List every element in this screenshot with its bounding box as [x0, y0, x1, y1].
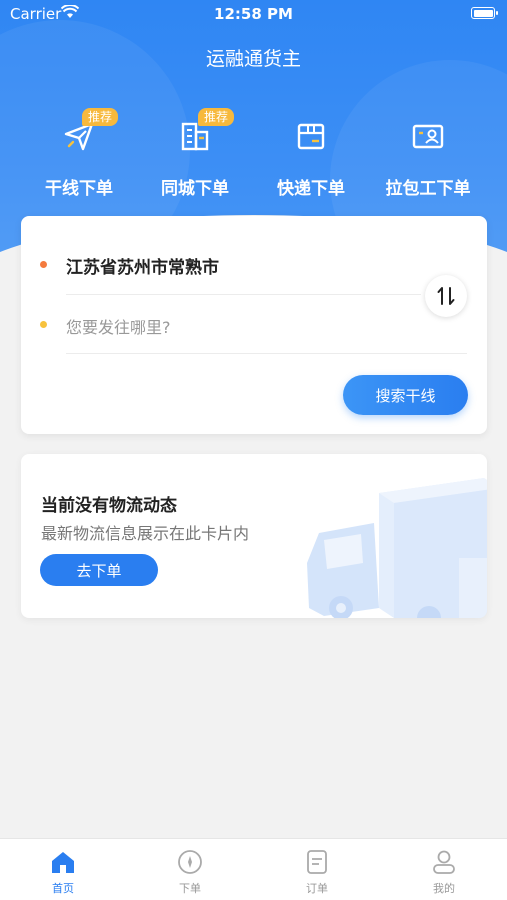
- recommend-badge: 推荐: [82, 108, 119, 126]
- tab-label: 我的: [433, 882, 455, 895]
- shortcut-trunk-order[interactable]: 推荐 干线下单: [24, 108, 134, 199]
- home-icon: [52, 852, 74, 873]
- tab-order[interactable]: 下单: [127, 839, 253, 900]
- logistics-subtitle: 最新物流信息展示在此卡片内: [41, 524, 250, 543]
- divider: [66, 353, 467, 354]
- swap-button[interactable]: [425, 275, 467, 317]
- status-bar: Carrier 12:58 PM: [0, 0, 507, 30]
- route-search-card: 江苏省苏州市常熟市 您要发往哪里? 搜索干线: [21, 216, 487, 434]
- document-icon: [307, 850, 327, 874]
- shortcut-express-order[interactable]: 快递下单: [256, 108, 366, 199]
- origin-dot: [40, 261, 47, 268]
- recommend-badge: 推荐: [198, 108, 235, 126]
- shortcut-city-order[interactable]: 推荐 同城下单: [140, 108, 250, 199]
- tab-home[interactable]: 首页: [0, 839, 126, 900]
- shortcut-label: 快递下单: [277, 179, 345, 199]
- logistics-status-card: 当前没有物流动态 最新物流信息展示在此卡片内 去下单: [21, 454, 487, 618]
- tab-profile[interactable]: 我的: [381, 839, 507, 900]
- destination-dot: [40, 321, 47, 328]
- tab-label: 首页: [52, 882, 74, 895]
- compass-icon: [178, 850, 202, 874]
- battery-icon: [471, 7, 498, 19]
- truck-illustration: [307, 478, 487, 618]
- divider: [66, 294, 421, 295]
- tab-orders[interactable]: 订单: [254, 839, 380, 900]
- tab-label: 订单: [306, 882, 328, 895]
- bottom-tab-bar: 首页 下单 订单 我的: [0, 838, 507, 900]
- user-icon: [433, 850, 455, 874]
- shortcut-label: 拉包工下单: [385, 179, 471, 199]
- shortcut-porter-order[interactable]: 拉包工下单: [373, 108, 483, 199]
- order-shortcuts: 推荐 干线下单 推荐 同城下单 快递下单 拉包工下单: [0, 108, 507, 199]
- search-trunk-button[interactable]: 搜索干线: [343, 375, 468, 415]
- shortcut-label: 干线下单: [45, 179, 113, 199]
- logistics-title: 当前没有物流动态: [41, 496, 177, 516]
- tab-label: 下单: [179, 882, 201, 895]
- go-order-button[interactable]: 去下单: [40, 554, 158, 586]
- shortcut-label: 同城下单: [161, 179, 229, 199]
- swap-arrows-icon: [437, 287, 455, 305]
- origin-address[interactable]: 江苏省苏州市常熟市: [66, 253, 219, 278]
- page-title: 运融通货主: [205, 48, 301, 70]
- parcel-box-icon: [297, 123, 325, 150]
- destination-input[interactable]: 您要发往哪里?: [66, 314, 171, 338]
- status-time: 12:58 PM: [214, 5, 293, 23]
- id-card-icon: [412, 124, 444, 149]
